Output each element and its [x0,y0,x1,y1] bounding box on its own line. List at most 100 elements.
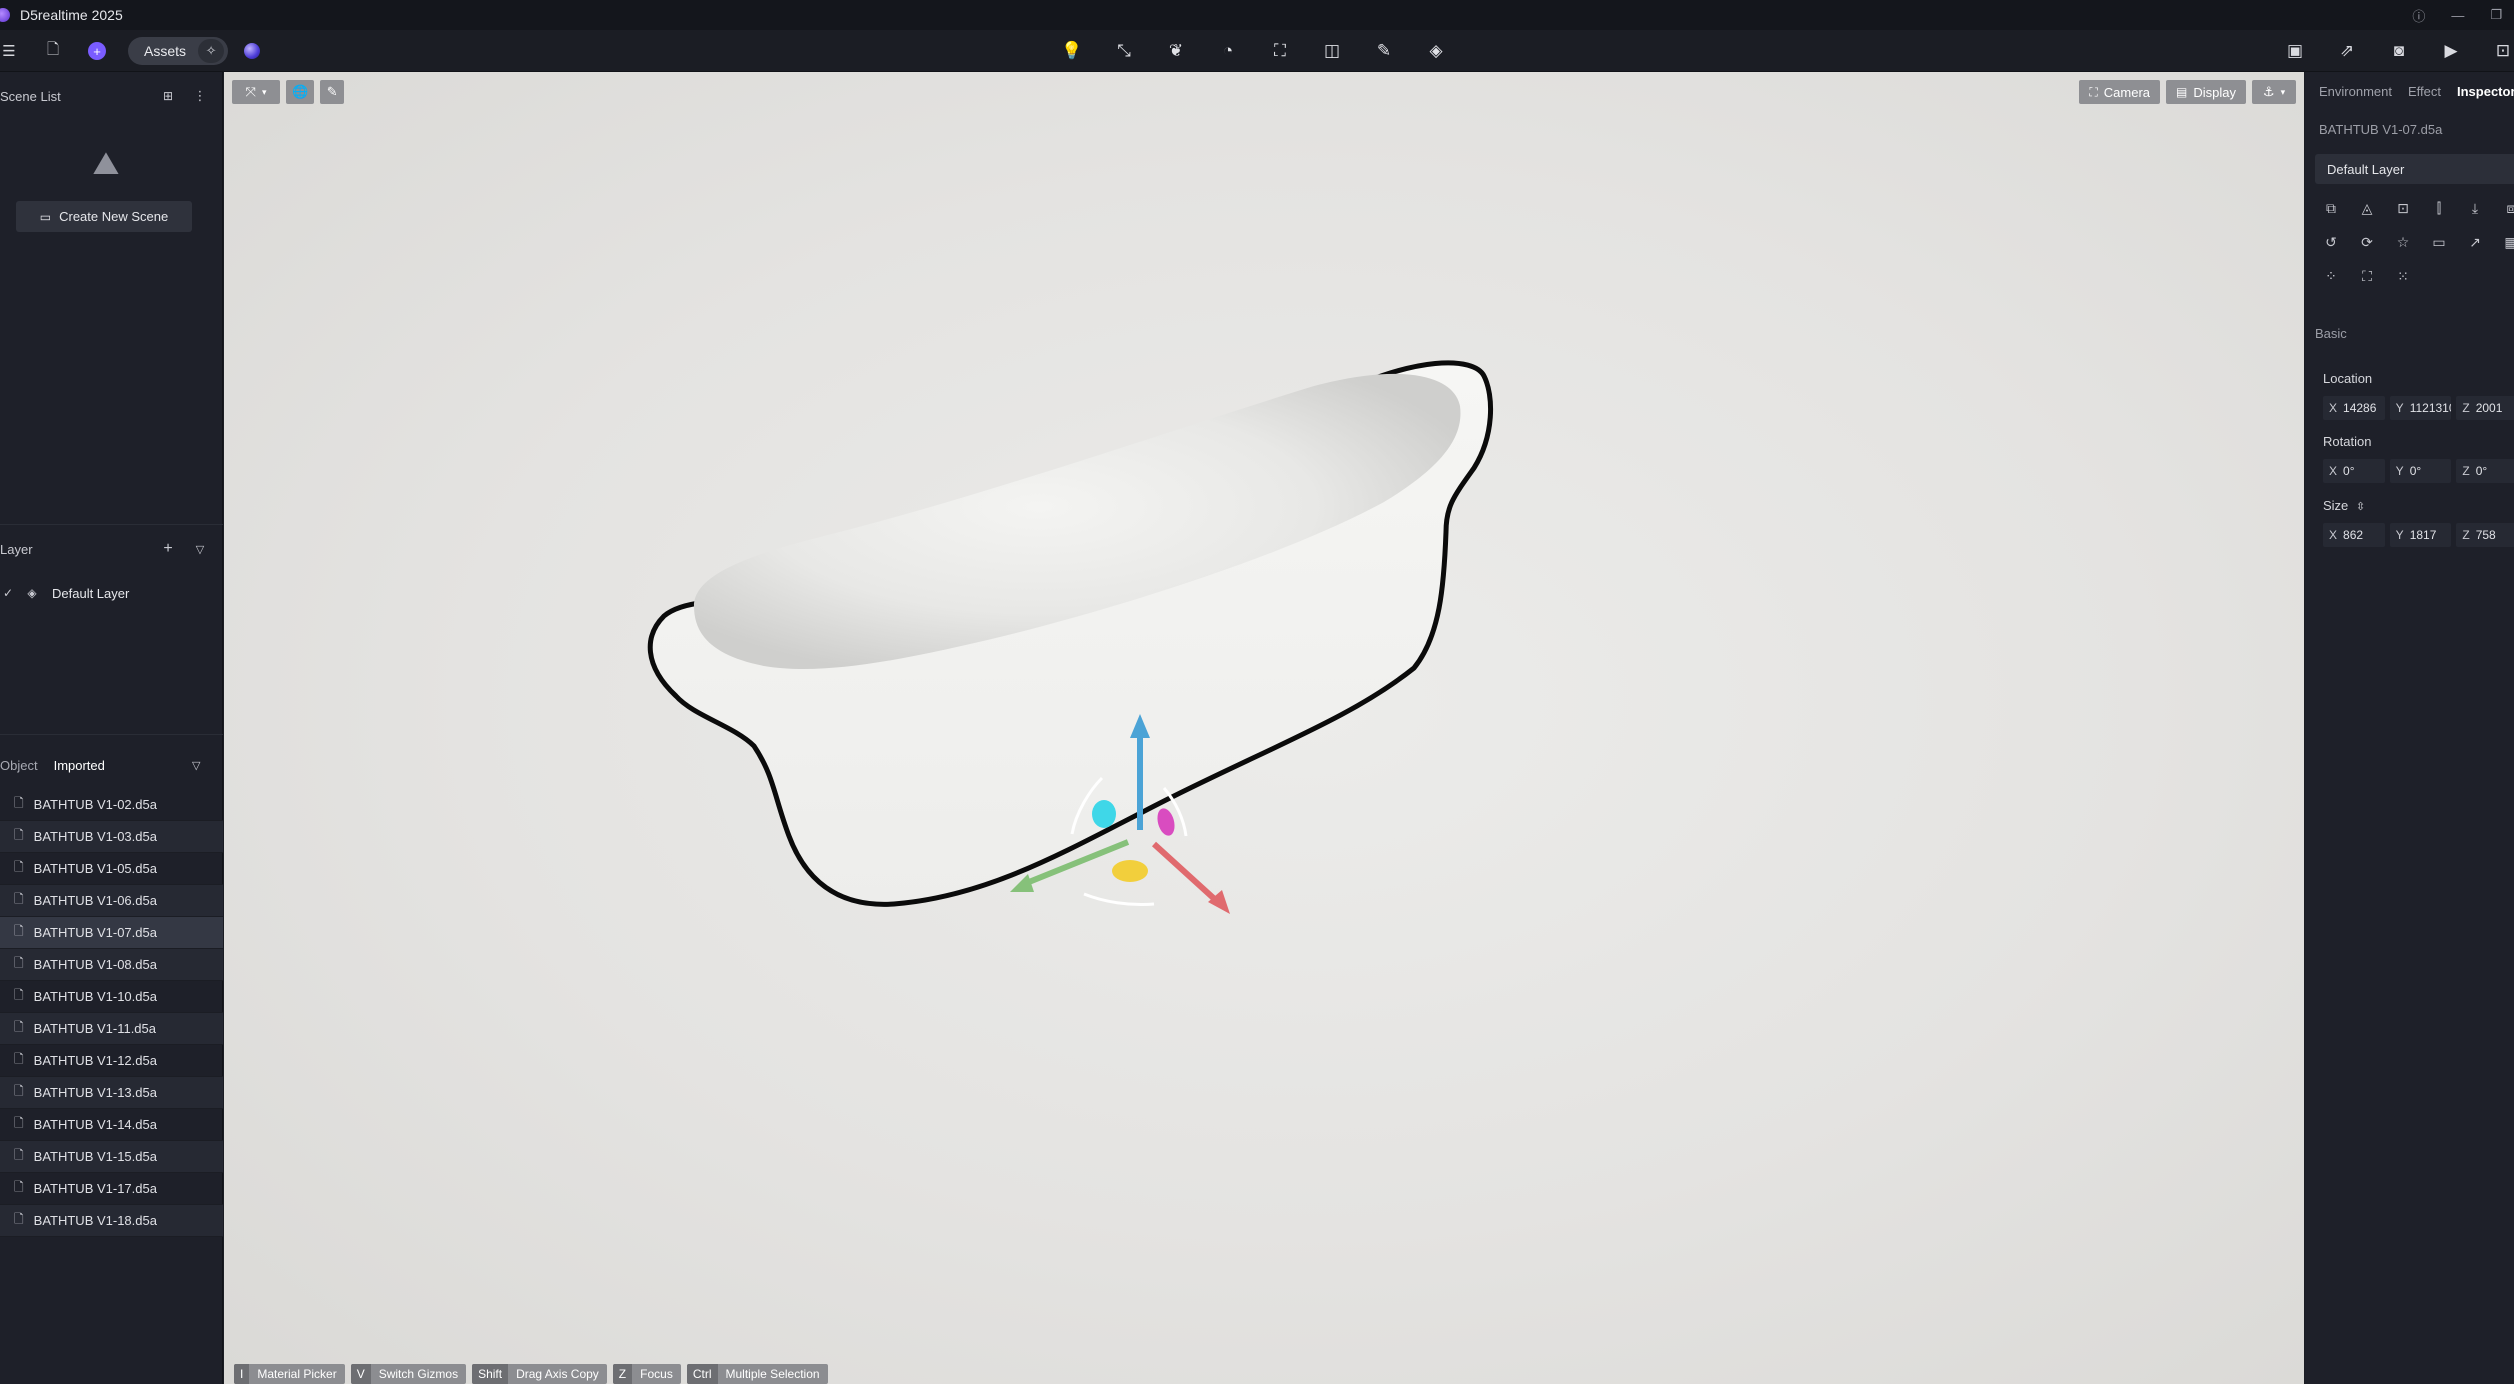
snap-settings-button[interactable]: ⚓ ▾ [2252,80,2296,104]
file-icon[interactable]: 🗋 [44,41,62,60]
ai-sparkle-icon[interactable]: ✧ [198,39,225,63]
inbox-icon[interactable]: ⊡ [2492,40,2514,62]
create-new-scene-button[interactable]: ▭ Create New Scene [16,201,192,232]
list-item[interactable]: 🗋 BATHTUB V1-15.d5a [0,1141,223,1173]
display-icon: ▤ [2176,85,2188,99]
tab-environment[interactable]: Environment [2319,84,2392,99]
restore-icon[interactable]: ❐ [2490,7,2502,23]
list-item[interactable]: 🗋 BATHTUB V1-17.d5a [0,1173,223,1205]
drop-to-ground-icon[interactable]: ⤓ [2465,198,2485,218]
display-button[interactable]: ▤ Display [2166,80,2246,104]
tab-inspector[interactable]: Inspector [2457,84,2514,99]
menu-icon[interactable]: ☰ [0,42,18,60]
rotation-x-field[interactable]: X 0° [2323,459,2385,483]
grid-icon[interactable]: ▦ [2501,232,2514,252]
material-sphere-icon[interactable] [244,43,261,59]
list-item[interactable]: 🗋 BATHTUB V1-14.d5a [0,1109,223,1141]
size-y-field[interactable]: Y 1817 [2389,523,2452,547]
gizmo-x-axis[interactable] [1151,841,1223,907]
more-icon[interactable]: ⋮ [192,88,208,104]
add-plugin-icon[interactable]: + [88,42,106,60]
fire-icon[interactable]: ◔ [1216,39,1240,63]
folder-icon[interactable]: ▭ [2429,232,2449,252]
size-label: Size ⇳ [2323,498,2366,513]
camera-button[interactable]: ⛶ Camera [2079,80,2161,104]
size-x-field[interactable]: X 862 [2323,523,2385,547]
check-icon[interactable]: ✓ [0,586,16,600]
transform-mode-button[interactable]: ⤧ ▾ [232,80,280,104]
camera-icon[interactable]: ◙ [2388,40,2410,62]
rotation-z-field[interactable]: Z 0° [2456,459,2514,483]
file-icon: 🗋 [14,1180,24,1194]
app-logo-icon [0,8,10,22]
rotate-icon[interactable]: ⟳ [2357,232,2377,252]
camera-label: Camera [2103,84,2151,100]
location-x-field[interactable]: X 14286 [2323,396,2385,420]
mirror-icon[interactable]: ◬ [2357,198,2377,218]
lightbulb-icon[interactable]: 💡 [1060,39,1084,63]
export-icon[interactable]: ⇗ [2336,40,2358,62]
tab-effect[interactable]: Effect [2408,84,2441,99]
list-item[interactable]: 🗋 BATHTUB V1-05.d5a [0,853,223,885]
filter-icon[interactable]: ▽ [192,541,208,557]
list-item[interactable]: 🗋 BATHTUB V1-13.d5a [0,1077,223,1109]
bathtub-model[interactable] [647,360,1493,907]
list-item[interactable]: 🗋 BATHTUB V1-06.d5a [0,885,223,917]
object-tabs: Object Imported ▽ [0,753,223,777]
list-item[interactable]: 🗋 BATHTUB V1-18.d5a [0,1205,223,1237]
measure-button[interactable]: ✎ [320,80,345,104]
scatter-icon[interactable]: ⁘ [2321,266,2341,286]
list-item[interactable]: 🗋 BATHTUB V1-02.d5a [0,789,223,821]
location-z-field[interactable]: Z 2001 [2456,396,2514,420]
gizmo-xy-plane[interactable] [1112,860,1148,882]
selected-file-name: BATHTUB V1-07.d5a [2319,122,2443,137]
focus-icon[interactable]: ⊡ [2393,198,2413,218]
path-icon[interactable]: ⤡ [1112,39,1136,63]
scene-add-icon[interactable]: ⊞ [160,88,176,104]
gizmo-rotate-arc[interactable] [1083,892,1155,906]
file-icon: 🗋 [14,796,24,810]
image-icon[interactable]: ◫ [1320,39,1344,63]
align-icon[interactable]: ⫿ [2429,198,2449,218]
list-item[interactable]: 🗋 BATHTUB V1-08.d5a [0,949,223,981]
list-item[interactable]: 🗋 BATHTUB V1-11.d5a [0,1013,223,1045]
list-item[interactable]: 🗋 BATHTUB V1-10.d5a [0,981,223,1013]
size-z-field[interactable]: Z 758 [2456,523,2514,547]
list-item[interactable]: 🗋 BATHTUB V1-07.d5a [0,917,223,949]
list-item[interactable]: 🗋 BATHTUB V1-12.d5a [0,1045,223,1077]
gizmo-xz-plane[interactable] [1155,806,1178,837]
share-icon[interactable]: ↗ [2465,232,2485,252]
location-y-field[interactable]: Y 1121310 [2389,396,2452,420]
list-item[interactable]: 🗋 BATHTUB V1-03.d5a [0,821,223,853]
leaf-icon[interactable]: ❦ [1164,39,1188,63]
add-layer-icon[interactable]: + [160,540,176,557]
undo-rotate-icon[interactable]: ↺ [2321,232,2341,252]
terrain-icon[interactable]: ⛶ [1268,39,1292,63]
lock-ratio-icon[interactable]: ⇳ [2356,500,2365,513]
viewport-tools: ⤧ ▾ 🌐 ✎ [232,80,345,104]
expand-icon[interactable]: ⛶ [2357,266,2377,286]
3d-viewport[interactable]: ⤧ ▾ 🌐 ✎ ⛶ Camera ▤ Display ⚓ ▾ I Material… [224,72,2304,1384]
minimize-icon[interactable]: — [2451,8,2464,23]
object-tool-grid: ⧉ ◬ ⊡ ⫿ ⤓ ⧈ ↺ ⟳ ☆ ▭ ↗ ▦ ⁘ ⛶ ⁙ [2321,198,2514,286]
pen-icon[interactable]: ✎ [1372,39,1396,63]
favorite-icon[interactable]: ☆ [2393,232,2413,252]
world-space-button[interactable]: 🌐 [286,80,315,104]
render-queue-icon[interactable]: ▣ [2284,40,2306,62]
layers-icon[interactable]: ◈ [1424,39,1448,63]
location-label: Location [2323,371,2373,386]
help-icon[interactable]: ⓘ [2412,6,2425,25]
rotation-y-field[interactable]: Y 0° [2389,459,2452,483]
replace-icon[interactable]: ⧈ [2501,198,2514,218]
layer-item-default[interactable]: ✓ ◈ Default Layer [0,580,223,606]
assets-button[interactable]: Assets ✧ [128,37,229,65]
layer-select[interactable]: Default Layer [2315,154,2514,184]
shortcut-label: Focus [640,1367,673,1381]
tab-imported[interactable]: Imported [54,758,105,773]
filter-icon[interactable]: ▽ [192,759,200,772]
gizmo-yz-plane[interactable] [1092,800,1116,828]
copy-icon[interactable]: ⧉ [2321,198,2341,218]
tab-object[interactable]: Object [0,758,38,773]
random-icon[interactable]: ⁙ [2393,266,2413,286]
video-icon[interactable]: ▶ [2440,40,2462,62]
